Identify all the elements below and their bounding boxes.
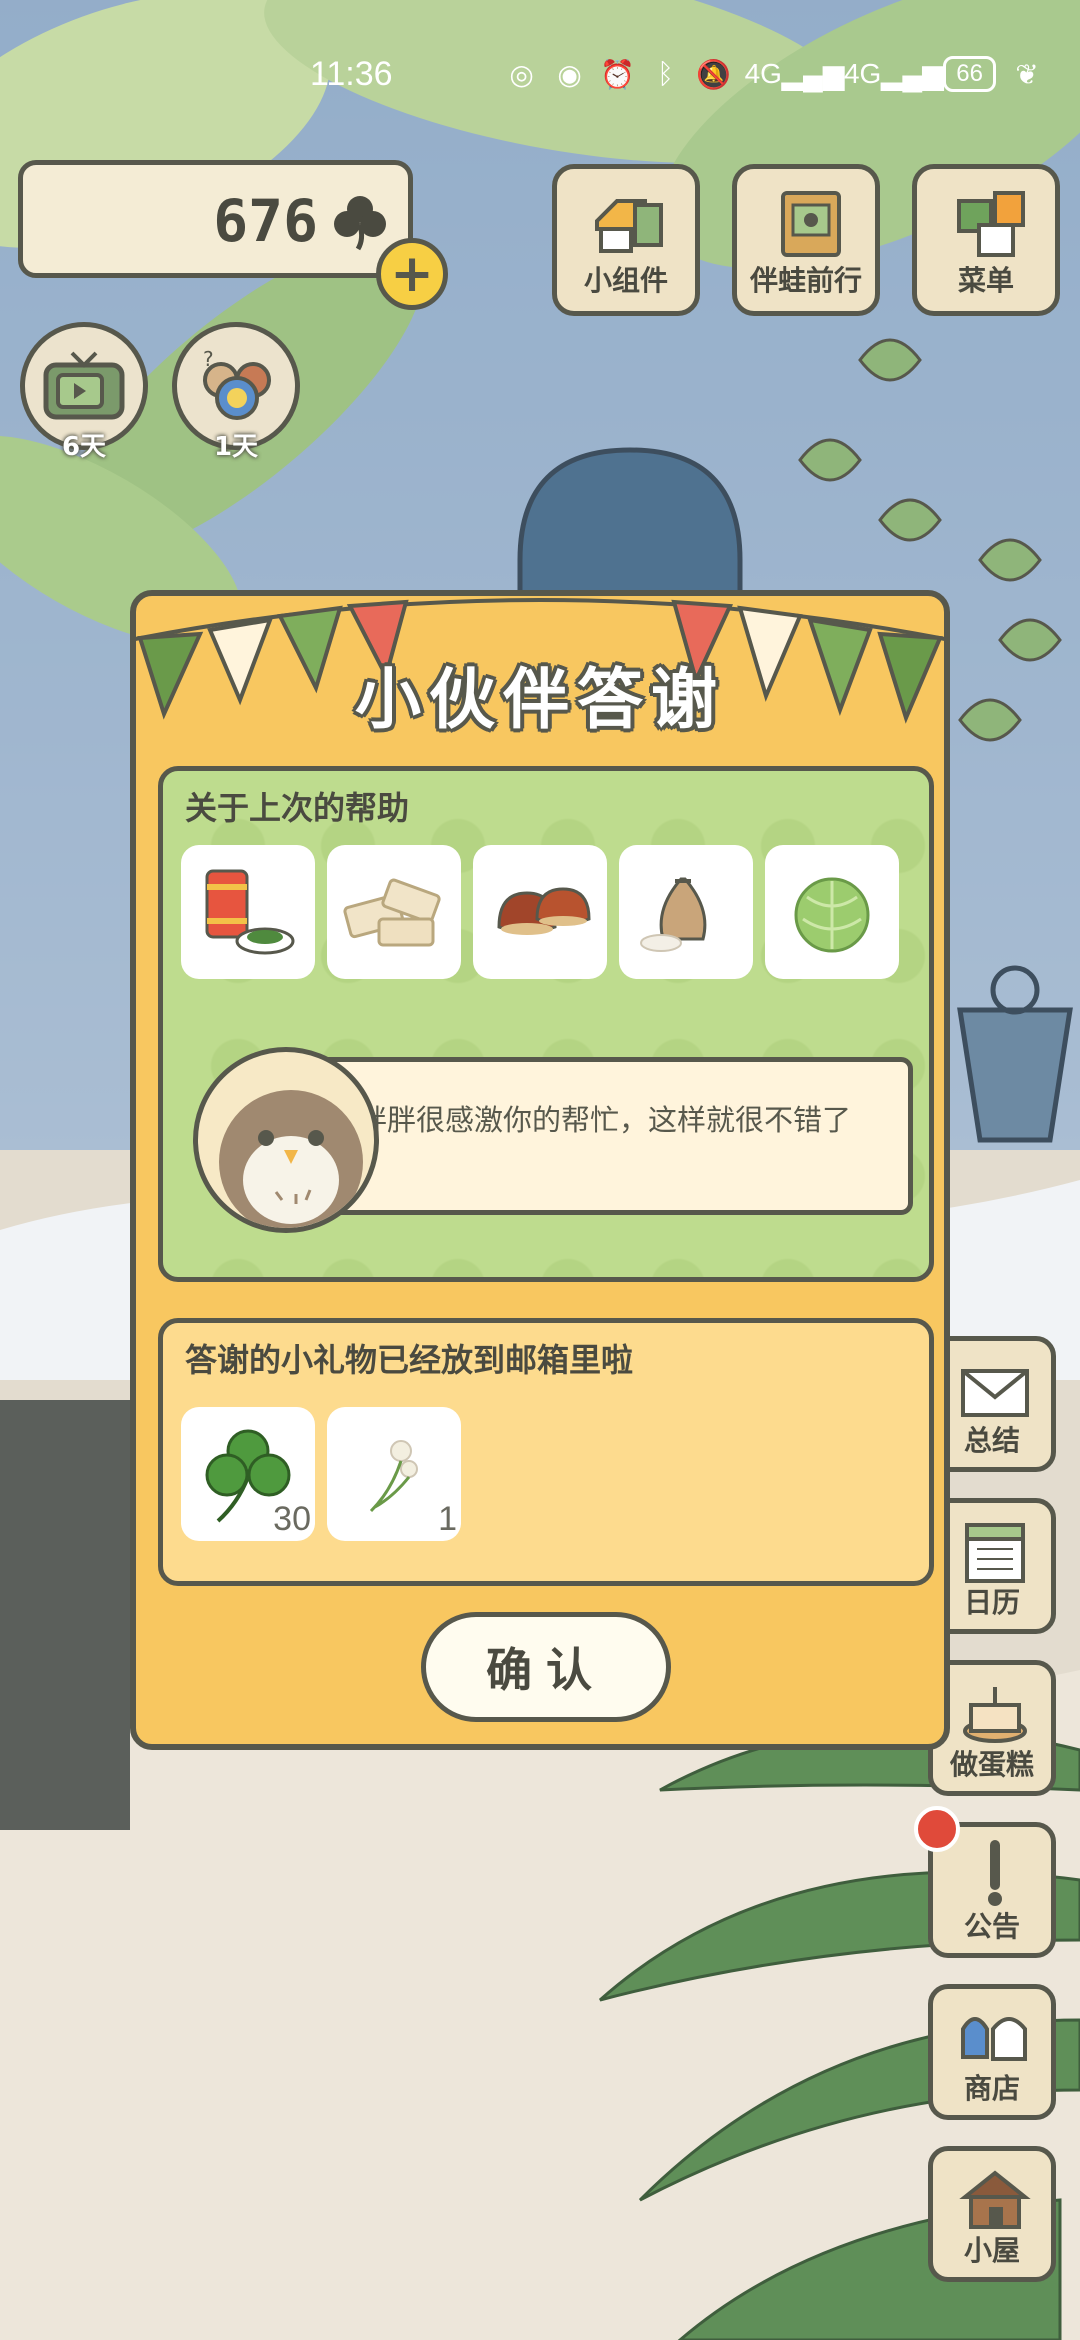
tv-days-label: 6天 (61, 432, 107, 462)
companion-thanks-dialog: 小伙伴答谢 关于上次的帮助 胖胖很感激你的帮忙，这样就很不错了 答谢的小礼物已经… (130, 590, 950, 1750)
book-icon (781, 191, 841, 257)
mail-icon (961, 1369, 1029, 1417)
widget-label: 小组件 (583, 264, 668, 297)
clover-icon (334, 196, 386, 251)
shop-button[interactable]: 商店 (928, 1984, 1056, 2120)
help-item-tin (181, 845, 315, 979)
widget-icon (595, 199, 663, 253)
status-bar: 11:36 ◎ ◉ ⏰ ᛒ 🔕 4G ▂▄▆ 4G ▂▄▆ 66 ❦ (0, 0, 1080, 150)
visitors-button[interactable]: ? 1天 (172, 322, 300, 462)
cabbage-icon (794, 877, 870, 953)
calendar-label: 日历 (963, 1586, 1020, 1619)
announcement-label: 公告 (963, 1910, 1020, 1943)
house-label: 小屋 (963, 2234, 1020, 2267)
bake-cake-label: 做蛋糕 (949, 1748, 1034, 1781)
shop-bags-icon (961, 2017, 1027, 2061)
gift-panel: 答谢的小礼物已经放到邮箱里啦 30 1 (158, 1318, 934, 1586)
gift-heading: 答谢的小礼物已经放到邮箱里啦 (185, 1341, 634, 1379)
add-clover-button[interactable]: + (376, 238, 448, 310)
calendar-icon (965, 1523, 1025, 1583)
gift-item-clover: 30 (181, 1407, 315, 1541)
status-time: 11:36 (310, 55, 393, 93)
notification-dot (914, 1806, 960, 1852)
widget-button[interactable]: 小组件 (552, 164, 700, 316)
svg-text:?: ? (203, 347, 214, 371)
exclamation-icon (988, 1840, 1002, 1906)
tv-button[interactable]: 6天 (20, 322, 148, 462)
dandelion-gift-count: 1 (438, 1500, 457, 1538)
eye-icon: ◉ (557, 58, 582, 90)
mute-icon: 🔕 (696, 58, 732, 90)
status-icons: ◎ ◉ ⏰ ᛒ 🔕 4G ▂▄▆ 4G ▂▄▆ 66 ❦ (505, 56, 1044, 92)
help-item-nougat (327, 845, 461, 979)
clover-currency-panel: 676 (18, 160, 413, 278)
speech-text: 胖胖很感激你的帮忙，这样就很不错了 (358, 1103, 852, 1137)
dandelion-icon (369, 1440, 418, 1513)
leaf-icon: ❦ (1015, 58, 1039, 90)
chestnut-icon (497, 887, 591, 935)
house-button[interactable]: 小屋 (928, 2146, 1056, 2282)
nougat-icon (343, 878, 441, 947)
journey-button[interactable]: 伴蛙前行 (732, 164, 880, 316)
help-items-row (181, 845, 899, 979)
help-item-cabbage (765, 845, 899, 979)
network-4g-1: 4G (744, 58, 782, 89)
battery-indicator: 66 (943, 56, 996, 92)
signal-icon: ▂▄▆ (880, 58, 944, 90)
help-item-chestnut (473, 845, 607, 979)
shop-label: 商店 (963, 2072, 1020, 2105)
house-icon (959, 2170, 1031, 2229)
visitors-days-label: 1天 (213, 432, 259, 462)
summary-label: 总结 (963, 1424, 1020, 1457)
rice-sack-icon (640, 877, 707, 952)
bluetooth-icon: ᛒ (657, 58, 674, 89)
help-heading: 关于上次的帮助 (185, 789, 410, 827)
menu-button[interactable]: 菜单 (912, 164, 1060, 316)
journey-label: 伴蛙前行 (749, 264, 862, 297)
companion-avatar (193, 1047, 379, 1233)
signal-icon: ▂▄▆ (781, 58, 845, 90)
tin-and-seaweed-icon (205, 869, 295, 955)
help-item-rice-sack (619, 845, 753, 979)
cake-icon (963, 1687, 1027, 1743)
menu-label: 菜单 (957, 264, 1014, 297)
help-panel: 关于上次的帮助 胖胖很感激你的帮忙，这样就很不错了 (158, 766, 934, 1282)
network-4g-2: 4G (843, 58, 882, 89)
visitors-icon: ? (203, 347, 271, 420)
menu-cards-icon (957, 191, 1025, 257)
gift-item-dandelion: 1 (327, 1407, 461, 1541)
tv-icon (43, 351, 125, 420)
clover-count: 676 (213, 187, 318, 255)
dialog-title: 小伙伴答谢 (355, 661, 725, 738)
speech-bubble: 胖胖很感激你的帮忙，这样就很不错了 (313, 1057, 913, 1215)
confirm-button[interactable]: 确认 (421, 1612, 671, 1722)
clover-gift-count: 30 (273, 1500, 311, 1538)
nfc-icon: ◎ (509, 58, 534, 90)
alarm-icon: ⏰ (600, 58, 636, 90)
gift-items-row: 30 1 (181, 1407, 461, 1541)
